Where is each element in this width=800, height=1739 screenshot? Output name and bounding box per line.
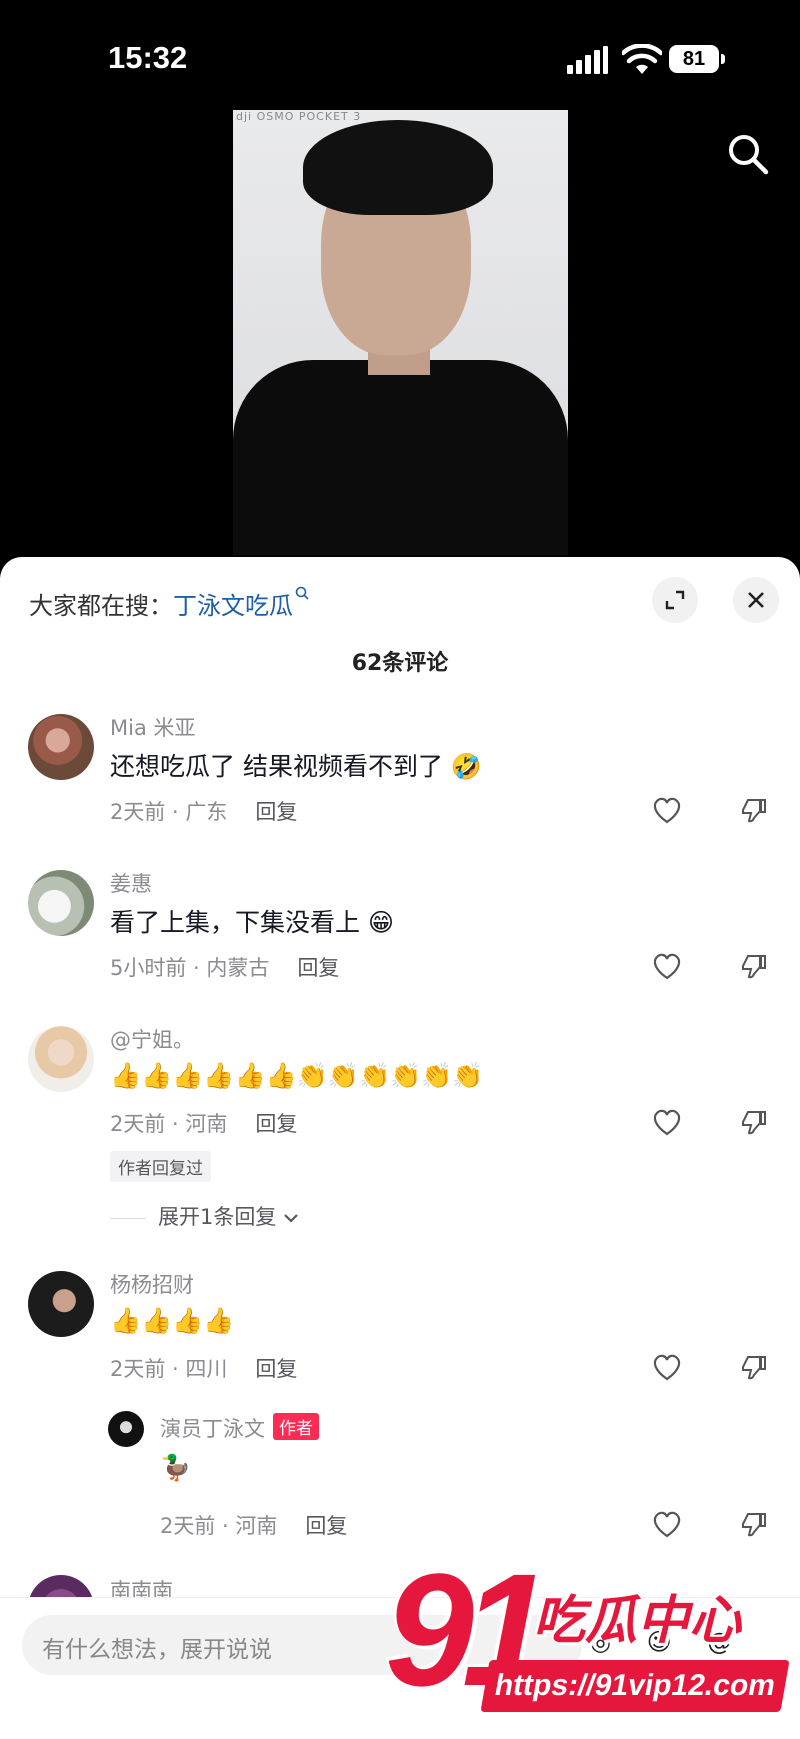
expand-replies-button[interactable]: 展开1条回复 [110,1201,300,1231]
small-search-icon [295,586,309,600]
heart-icon[interactable] [652,1108,682,1136]
video-watermark: dji OSMO POCKET 3 [236,110,362,123]
comment-meta: 2天前 · 广东 回复 [110,796,297,826]
divider [110,1217,146,1219]
trending-keyword[interactable]: 丁泳文吃瓜 [173,592,293,620]
reply-button[interactable]: 回复 [255,1357,297,1381]
signal-icon [567,46,609,74]
comment-item: Mia 米亚 还想吃瓜了 结果视频看不到了 🤣 2天前 · 广东 回复 [0,712,800,862]
status-bar: 15:32 81 [0,0,800,110]
sub-reply-username-text: 演员丁泳文 [160,1417,265,1441]
comment-meta: 2天前 · 四川 回复 [110,1353,297,1383]
trending-search[interactable]: 大家都在搜：丁泳文吃瓜 [29,586,311,621]
video-person-hair [303,120,493,215]
comment-time-location: 2天前 · 广东 [110,800,228,824]
trending-prefix: 大家都在搜： [29,592,173,620]
avatar[interactable] [28,1271,94,1337]
author-badge: 作者 [273,1413,319,1440]
author-replied-tag: 作者回复过 [110,1151,211,1182]
battery-icon: 81 [669,45,725,73]
comment-username[interactable]: 杨杨招财 [110,1269,194,1299]
video-player[interactable]: dji OSMO POCKET 3 [233,110,568,555]
dislike-icon[interactable] [740,796,768,824]
comment-text: 看了上集，下集没看上 😁 [110,908,395,937]
expand-replies-label: 展开1条回复 [158,1205,277,1229]
dislike-icon[interactable] [740,952,768,980]
chevron-down-icon [284,1214,299,1223]
comment-time-location: 5小时前 · 内蒙古 [110,956,270,980]
dislike-icon[interactable] [740,1353,768,1381]
search-icon[interactable] [724,130,772,178]
status-time: 15:32 [108,40,188,75]
comment-text: 👍👍👍👍👍👍👏👏👏👏👏👏 [110,1061,484,1090]
close-icon [748,592,764,608]
reply-button[interactable]: 回复 [297,956,339,980]
dislike-icon[interactable] [740,1510,768,1538]
comment-username[interactable]: Mia 米亚 [110,712,196,742]
comment-time-location: 2天前 · 河南 [110,1112,228,1136]
watermark-logo: 91 吃瓜中心 https://91vip12.com [385,1550,795,1736]
wifi-icon [622,44,662,74]
avatar[interactable] [108,1411,144,1447]
close-sheet-button[interactable] [733,577,779,623]
reply-button[interactable]: 回复 [255,1112,297,1136]
avatar[interactable] [28,870,94,936]
sub-reply-meta: 2天前 · 河南 回复 [160,1510,347,1540]
sub-reply-username[interactable]: 演员丁泳文 作者 [160,1413,319,1443]
heart-icon[interactable] [652,796,682,824]
avatar[interactable] [28,714,94,780]
comment-input-placeholder: 有什么想法，展开说说 [42,1637,272,1663]
heart-icon[interactable] [652,1510,682,1538]
watermark-logo-text: 吃瓜中心 [533,1591,742,1651]
comment-meta: 5小时前 · 内蒙古 回复 [110,952,339,982]
sub-reply-item: 演员丁泳文 作者 🦆 2天前 · 河南 回复 [0,1409,800,1549]
video-person-body [233,360,568,555]
comment-count: 62条评论 [351,651,449,676]
heart-icon[interactable] [652,952,682,980]
comment-time-location: 2天前 · 四川 [110,1357,228,1381]
comment-username[interactable]: @宁姐。 [110,1024,194,1054]
sub-reply-text: 🦆 [160,1453,192,1482]
comment-text: 还想吃瓜了 结果视频看不到了 🤣 [110,752,483,781]
comment-meta: 2天前 · 河南 回复 [110,1108,297,1138]
watermark-logo-url: https://91vip12.com [480,1660,790,1712]
comment-text: 👍👍👍👍 [110,1306,235,1335]
reply-button[interactable]: 回复 [305,1514,347,1538]
expand-sheet-button[interactable] [652,577,698,623]
heart-icon[interactable] [652,1353,682,1381]
expand-icon [665,590,685,610]
dislike-icon[interactable] [740,1108,768,1136]
comment-item: @宁姐。 👍👍👍👍👍👍👏👏👏👏👏👏 2天前 · 河南 回复 作者回复过 展开1条回… [0,1024,800,1229]
sub-reply-time-location: 2天前 · 河南 [160,1514,278,1538]
reply-button[interactable]: 回复 [255,800,297,824]
avatar[interactable] [28,1026,94,1092]
comment-username[interactable]: 姜惠 [110,868,152,898]
comment-item: 姜惠 看了上集，下集没看上 😁 5小时前 · 内蒙古 回复 [0,868,800,1018]
comment-item: 杨杨招财 👍👍👍👍 2天前 · 四川 回复 [0,1269,800,1419]
